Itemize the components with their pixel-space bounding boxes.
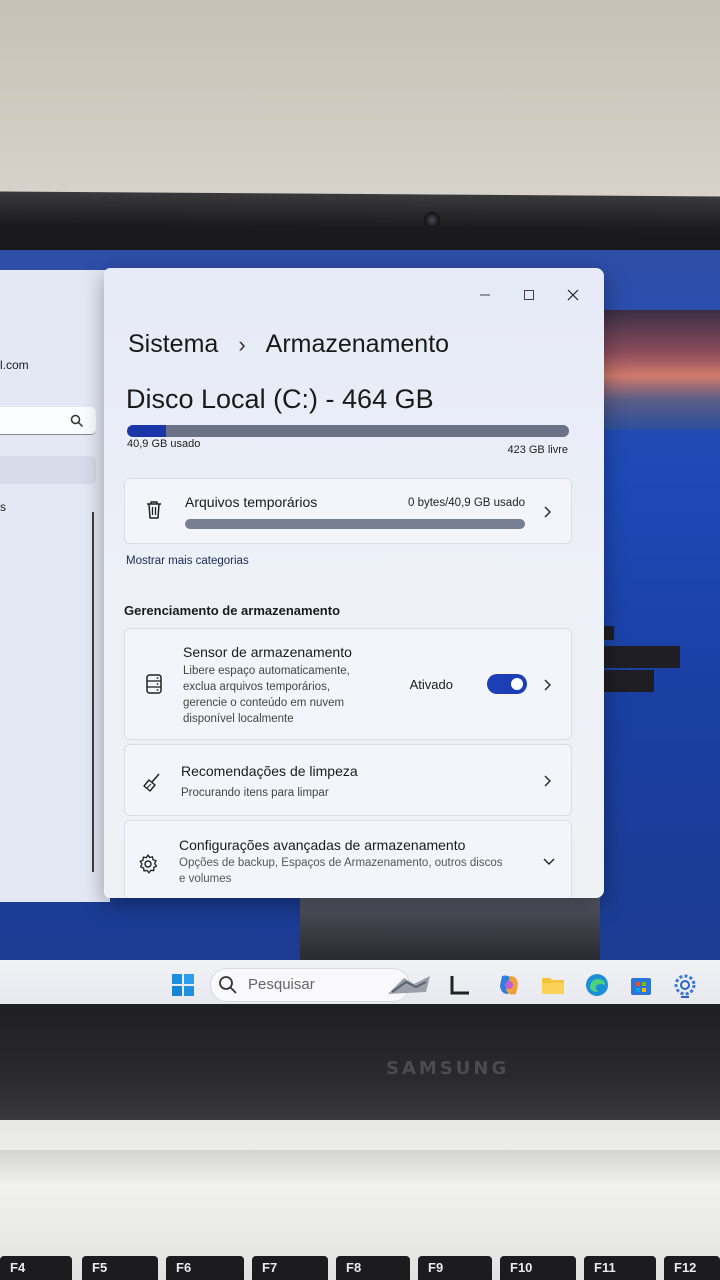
nav-item-label[interactable]: s (0, 500, 6, 514)
key-f10[interactable]: F10 (500, 1256, 576, 1280)
temp-files-card[interactable]: Arquivos temporários 0 bytes/40,9 GB usa… (124, 478, 572, 544)
nav-divider (92, 512, 94, 872)
breadcrumb-parent[interactable]: Sistema (128, 330, 218, 359)
disk-usage-bar (127, 425, 569, 437)
chevron-down-icon[interactable] (543, 855, 555, 867)
broom-icon (143, 773, 160, 792)
chevron-right-icon (544, 679, 551, 691)
key-f11[interactable]: F11 (584, 1256, 656, 1280)
storage-sense-desc-line: gerencie o conteúdo em nuvem (183, 697, 345, 709)
search-icon (219, 976, 237, 994)
maximize-button[interactable] (520, 286, 538, 304)
storage-sense-desc-line: disponível localmente (183, 713, 294, 725)
chevron-right-icon (544, 775, 551, 787)
window-controls (476, 286, 582, 304)
store-icon[interactable] (628, 972, 654, 998)
key-f7[interactable]: F7 (252, 1256, 328, 1280)
key-f4[interactable]: F4 (0, 1256, 72, 1280)
advanced-settings-subtitle: Opções de backup, Espaços de Armazenamen… (179, 855, 502, 887)
widgets-icon[interactable] (386, 972, 432, 998)
temp-files-title: Arquivos temporários (185, 494, 318, 510)
cleanup-recommendations-card[interactable]: Recomendações de limpeza Procurando iten… (124, 744, 572, 816)
laptop-hinge (0, 1150, 720, 1184)
advanced-storage-settings-card[interactable]: Configurações avançadas de armazenamento… (124, 820, 572, 898)
wallpaper-pier (300, 890, 600, 970)
disk-free-label: 423 GB livre (507, 444, 568, 456)
advanced-settings-subtitle-line: e volumes (179, 873, 232, 885)
breadcrumb-separator: › (238, 331, 246, 357)
settings-icon[interactable] (672, 972, 698, 998)
storage-sense-title: Sensor de armazenamento (183, 644, 352, 660)
chevron-right-icon (544, 506, 551, 518)
storage-sense-desc-line: Libere espaço automaticamente, (183, 665, 350, 677)
minimize-button[interactable] (476, 286, 494, 304)
temp-files-value: 0 bytes/40,9 GB usado (408, 497, 525, 509)
disk-used-label: 40,9 GB usado (127, 438, 201, 450)
trash-icon (147, 501, 161, 519)
key-f5[interactable]: F5 (82, 1256, 158, 1280)
close-button[interactable] (564, 286, 582, 304)
breadcrumb-current: Armazenamento (265, 330, 450, 358)
cleanup-subtitle: Procurando itens para limpar (181, 787, 329, 799)
start-icon[interactable] (170, 972, 196, 998)
taskbar-search-placeholder: Pesquisar (248, 976, 315, 993)
storage-sense-toggle[interactable] (487, 674, 527, 694)
storage-sense-state-label: Ativado (409, 677, 453, 692)
storage-sense-icon (146, 674, 162, 694)
storage-settings-window: Sistema › Armazenamento Disco Local (C:)… (104, 268, 604, 898)
toggle-knob (511, 678, 523, 690)
cleanup-title: Recomendações de limpeza (181, 763, 358, 779)
temp-files-bar (185, 519, 525, 529)
breadcrumb: Sistema › Armazenamento (128, 330, 449, 359)
brand-logo: SAMSUNG (386, 1058, 510, 1079)
gear-icon (139, 854, 158, 874)
task-view-icon[interactable] (447, 972, 473, 998)
webcam (424, 212, 440, 228)
file-explorer-icon[interactable] (540, 972, 566, 998)
storage-sense-desc-line: exclua arquivos temporários, (183, 681, 331, 693)
wallpaper-pier-deck (598, 670, 654, 692)
wallpaper-pier-deck (598, 646, 680, 668)
disk-usage-fill (127, 425, 166, 437)
search-icon[interactable] (70, 414, 84, 428)
show-more-categories-link[interactable]: Mostrar mais categorias (126, 555, 249, 567)
background-wall (0, 0, 720, 200)
account-email: l.com (0, 358, 29, 372)
key-f6[interactable]: F6 (166, 1256, 244, 1280)
storage-sense-card[interactable]: Sensor de armazenamento Libere espaço au… (124, 628, 572, 740)
advanced-settings-title: Configurações avançadas de armazenamento (179, 837, 466, 853)
laptop-bottom-bezel (0, 1004, 720, 1124)
disk-title: Disco Local (C:) - 464 GB (126, 384, 434, 414)
copilot-icon[interactable] (496, 972, 522, 998)
storage-sense-description: Libere espaço automaticamente, exclua ar… (183, 663, 350, 727)
key-f8[interactable]: F8 (336, 1256, 410, 1280)
storage-management-heading: Gerenciamento de armazenamento (124, 603, 341, 618)
edge-icon[interactable] (584, 972, 610, 998)
nav-item-selected[interactable] (0, 456, 96, 484)
key-f12[interactable]: F12 (664, 1256, 720, 1280)
advanced-settings-subtitle-line: Opções de backup, Espaços de Armazenamen… (179, 857, 503, 869)
key-f9[interactable]: F9 (418, 1256, 492, 1280)
